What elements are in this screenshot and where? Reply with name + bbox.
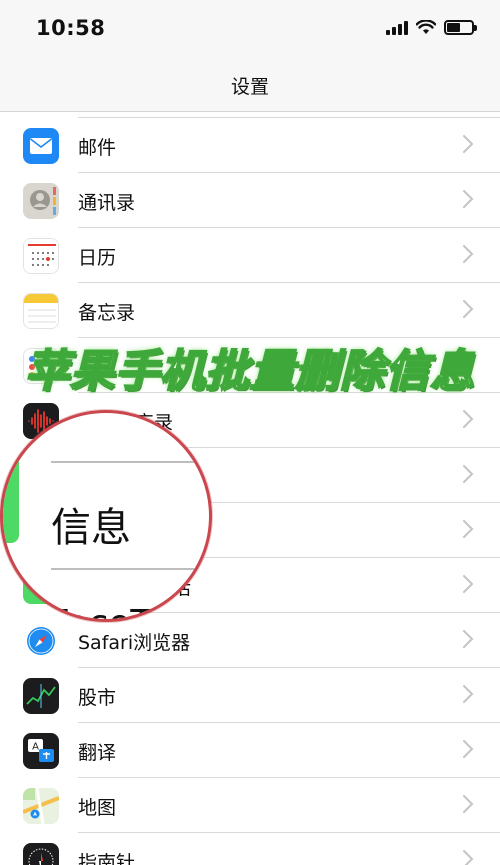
- chevron-right-icon: [463, 685, 474, 703]
- maps-icon: [23, 788, 59, 824]
- settings-row-label: 日历: [78, 247, 117, 269]
- mail-icon: [23, 128, 59, 164]
- chevron-right-icon: [463, 190, 474, 208]
- chevron-right-icon: [463, 630, 474, 648]
- settings-row-label: 地图: [78, 797, 117, 819]
- chevron-right-icon: [463, 575, 474, 593]
- navigation-bar: 设置: [0, 58, 500, 112]
- svg-text:A: A: [32, 742, 39, 753]
- settings-row-label: 指南针: [78, 852, 136, 865]
- settings-row-contacts[interactable]: 通讯录: [0, 173, 500, 228]
- settings-row-label: 翻译: [78, 742, 117, 764]
- settings-row-label: 股市: [78, 687, 117, 709]
- settings-row-label: 备忘录: [78, 302, 136, 324]
- settings-row-calendar[interactable]: 日历: [0, 228, 500, 283]
- chevron-right-icon: [463, 740, 474, 758]
- settings-row-stocks[interactable]: 股市: [0, 668, 500, 723]
- chevron-right-icon: [463, 465, 474, 483]
- settings-row-label: Safari浏览器: [78, 632, 191, 654]
- magnified-label: 信息: [51, 505, 131, 551]
- battery-icon: [444, 20, 477, 35]
- status-time: 10:58: [36, 16, 106, 40]
- messages-icon-magnified: [3, 453, 19, 543]
- compass-icon: [23, 843, 59, 865]
- settings-row-translate[interactable]: A 翻译: [0, 723, 500, 778]
- chevron-right-icon: [463, 245, 474, 263]
- settings-row-label: 邮件: [78, 137, 117, 159]
- settings-row-safari[interactable]: Safari浏览器: [0, 613, 500, 668]
- settings-row-maps[interactable]: 地图: [0, 778, 500, 833]
- cellular-signal-icon: [386, 20, 408, 35]
- chevron-right-icon: [463, 300, 474, 318]
- chevron-right-icon: [463, 520, 474, 538]
- settings-row-label: 通讯录: [78, 192, 136, 214]
- chevron-right-icon: [463, 795, 474, 813]
- calendar-icon: [23, 238, 59, 274]
- notes-icon: [23, 293, 59, 329]
- magnifier-overlay: 信息 FaceTi: [0, 410, 212, 622]
- settings-row-notes[interactable]: 备忘录: [0, 283, 500, 338]
- chevron-right-icon: [463, 410, 474, 428]
- wifi-icon: [416, 20, 436, 34]
- overlay-banner-title: 苹果手机批量删除信息: [24, 345, 475, 398]
- settings-row-mail[interactable]: 邮件: [0, 118, 500, 173]
- contacts-icon: [23, 183, 59, 219]
- page-title: 设置: [230, 76, 269, 98]
- chevron-right-icon: [463, 850, 474, 865]
- chevron-right-icon: [463, 135, 474, 153]
- status-bar: 10:58: [0, 0, 500, 58]
- translate-icon: A: [23, 733, 59, 769]
- stocks-icon: [23, 678, 59, 714]
- settings-row-compass[interactable]: 指南针: [0, 833, 500, 865]
- safari-icon: [23, 623, 59, 659]
- status-icons: [386, 20, 477, 35]
